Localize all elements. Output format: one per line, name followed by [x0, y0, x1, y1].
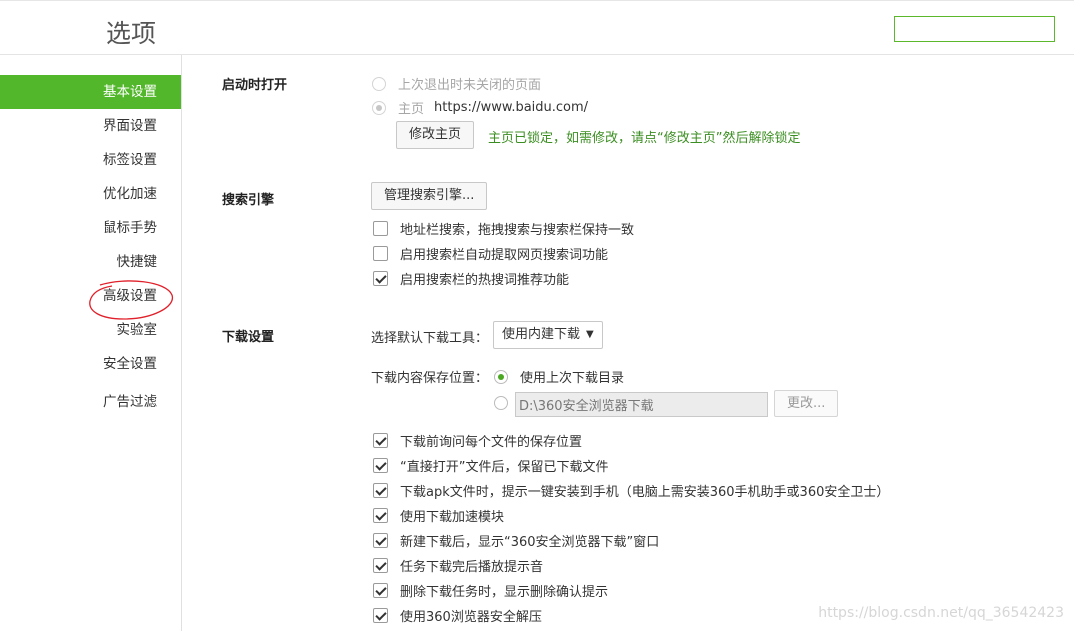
startup-option-last-session[interactable]: 上次退出时未关闭的页面 [372, 74, 541, 93]
download-option-5[interactable]: 新建下载后，显示“360安全浏览器下载”窗口 [373, 531, 659, 550]
download-tool-selected: 使用内建下载 [502, 327, 581, 342]
sidebar-item-interface[interactable]: 界面设置 [0, 109, 181, 143]
checkbox-apk-install[interactable] [373, 483, 388, 498]
radio-custom-directory[interactable] [494, 396, 508, 410]
download-option-6-label: 任务下载完后播放提示音 [400, 560, 544, 575]
radio-last-directory[interactable] [494, 369, 508, 384]
search-option-1[interactable]: 地址栏搜索，拖拽搜索与搜索栏保持一致 [373, 219, 634, 238]
change-directory-button[interactable]: 更改... [774, 390, 839, 417]
download-location-last[interactable]: 使用上次下载目录 [494, 367, 624, 386]
download-option-1-label: 下载前询问每个文件的保存位置 [400, 435, 583, 450]
download-location-label: 下载内容保存位置： [371, 371, 489, 386]
download-option-3[interactable]: 下载apk文件时，提示一键安装到手机（电脑上需安装360手机助手或360安全卫士… [373, 481, 889, 500]
radio-last-session[interactable] [372, 76, 386, 91]
checkbox-safe-unzip[interactable] [373, 608, 388, 623]
sidebar-item-security[interactable]: 安全设置 [0, 347, 181, 381]
checkbox-hot-words[interactable] [373, 271, 388, 286]
download-option-7-label: 删除下载任务时，显示删除确认提示 [400, 585, 609, 600]
sidebar-item-ad-filter[interactable]: 广告过滤 [0, 385, 181, 419]
sidebar-item-advanced[interactable]: 高级设置 [0, 279, 181, 313]
sidebar-item-tabs[interactable]: 标签设置 [0, 143, 181, 177]
download-tool-label: 选择默认下载工具： [371, 331, 489, 346]
checkbox-search-sync[interactable] [373, 221, 388, 236]
download-tool-select[interactable]: 使用内建下载 ▼ [493, 321, 603, 349]
checkbox-accelerate[interactable] [373, 508, 388, 523]
download-option-7[interactable]: 删除下载任务时，显示删除确认提示 [373, 581, 608, 600]
sidebar-item-lab[interactable]: 实验室 [0, 313, 181, 347]
search-option-2[interactable]: 启用搜索栏自动提取网页搜索词功能 [373, 244, 608, 263]
download-location-last-label: 使用上次下载目录 [520, 371, 625, 386]
radio-homepage[interactable] [372, 100, 386, 115]
search-engine-section-title: 搜索引擎 [222, 193, 275, 208]
manage-search-engines-button[interactable]: 管理搜索引擎... [371, 182, 488, 210]
download-option-4-label: 使用下载加速模块 [400, 510, 505, 525]
download-option-8[interactable]: 使用360浏览器安全解压 [373, 606, 542, 625]
search-option-2-label: 启用搜索栏自动提取网页搜索词功能 [400, 248, 609, 263]
download-option-4[interactable]: 使用下载加速模块 [373, 506, 504, 525]
sidebar-item-mouse-gesture[interactable]: 鼠标手势 [0, 211, 181, 245]
search-option-3[interactable]: 启用搜索栏的热搜词推荐功能 [373, 269, 569, 288]
download-option-6[interactable]: 任务下载完后播放提示音 [373, 556, 543, 575]
checkbox-show-window[interactable] [373, 533, 388, 548]
change-homepage-button[interactable]: 修改主页 [396, 121, 475, 149]
search-input[interactable] [894, 16, 1055, 42]
download-option-5-label: 新建下载后，显示“360安全浏览器下载”窗口 [400, 535, 660, 550]
checkbox-confirm-delete[interactable] [373, 583, 388, 598]
sidebar: 基本设置 界面设置 标签设置 优化加速 鼠标手势 快捷键 高级设置 实验室 安全… [0, 55, 182, 631]
search-option-1-label: 地址栏搜索，拖拽搜索与搜索栏保持一致 [400, 223, 635, 238]
download-option-2[interactable]: “直接打开”文件后，保留已下载文件 [373, 456, 608, 475]
download-option-1[interactable]: 下载前询问每个文件的保存位置 [373, 431, 582, 450]
startup-option-homepage[interactable]: 主页 https://www.baidu.com/ [372, 98, 588, 117]
download-option-3-label: 下载apk文件时，提示一键安装到手机（电脑上需安装360手机助手或360安全卫士… [400, 485, 890, 500]
search-option-3-label: 启用搜索栏的热搜词推荐功能 [400, 273, 570, 288]
download-option-2-label: “直接打开”文件后，保留已下载文件 [400, 460, 609, 475]
page-title: 选项 [106, 19, 157, 48]
checkbox-keep-file[interactable] [373, 458, 388, 473]
download-option-8-label: 使用360浏览器安全解压 [400, 610, 542, 625]
checkbox-ask-location[interactable] [373, 433, 388, 448]
sidebar-item-basic[interactable]: 基本设置 [0, 75, 181, 109]
checkbox-play-sound[interactable] [373, 558, 388, 573]
homepage-locked-note: 主页已锁定，如需修改，请点“修改主页”然后解除锁定 [488, 131, 801, 146]
sidebar-item-optimize[interactable]: 优化加速 [0, 177, 181, 211]
download-section-title: 下载设置 [222, 330, 275, 345]
watermark: https://blog.csdn.net/qq_36542423 [818, 605, 1064, 621]
settings-content: 启动时打开 上次退出时未关闭的页面 主页 https://www.baidu.c… [182, 55, 1074, 631]
startup-option-last-label: 上次退出时未关闭的页面 [398, 78, 542, 93]
startup-section-title: 启动时打开 [222, 78, 288, 93]
dropdown-caret-icon: ▼ [586, 329, 594, 340]
startup-home-label: 主页 [398, 102, 425, 117]
download-path-input[interactable] [515, 392, 768, 417]
header: 选项 [0, 4, 1074, 55]
checkbox-search-extract[interactable] [373, 246, 388, 261]
sidebar-item-shortcuts[interactable]: 快捷键 [0, 245, 181, 279]
home-url: https://www.baidu.com/ [434, 100, 589, 115]
